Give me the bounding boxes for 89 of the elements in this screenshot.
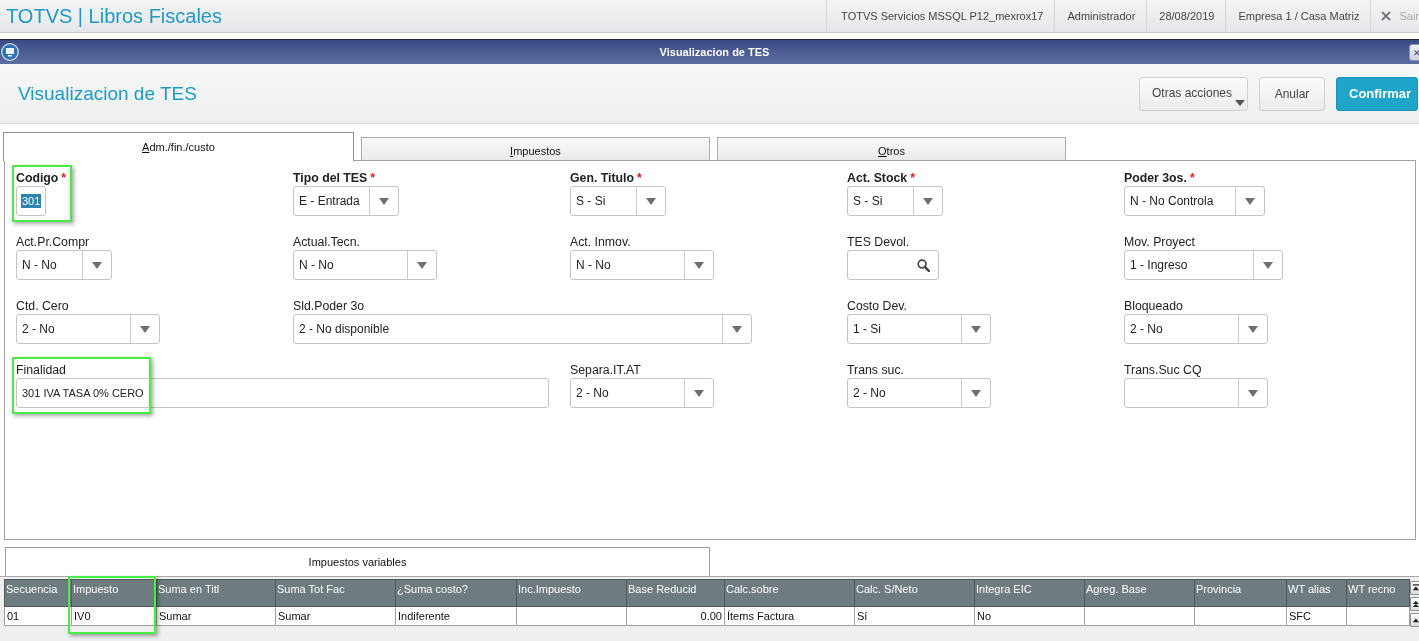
dropdown[interactable]: E - Entrada bbox=[293, 186, 399, 216]
field-label: Trans suc. bbox=[847, 363, 904, 377]
column-header[interactable]: Inc.Impuesto bbox=[516, 579, 627, 607]
field-label: TES Devol. bbox=[847, 235, 910, 249]
column-header[interactable]: Calc.sobre bbox=[724, 579, 855, 607]
column-header[interactable]: Agreg. Base bbox=[1084, 579, 1195, 607]
cancel-button[interactable]: Anular bbox=[1259, 76, 1325, 111]
close-icon bbox=[1381, 11, 1392, 21]
dropdown[interactable]: N - No Controla bbox=[1124, 186, 1265, 216]
dropdown-arrow-icon bbox=[694, 261, 704, 269]
scroll-top-button[interactable] bbox=[1410, 581, 1419, 595]
column-header[interactable]: WT recno bbox=[1346, 579, 1410, 607]
dropdown-arrow-icon bbox=[971, 325, 981, 333]
arrow-to-top-icon bbox=[1411, 584, 1419, 592]
column-header[interactable]: Secuencia bbox=[4, 579, 72, 607]
app-title: TOTVS | Libros Fiscales bbox=[5, 4, 222, 28]
column-header[interactable]: Base Reducid bbox=[626, 579, 725, 607]
dropdown-arrow-icon bbox=[1248, 325, 1258, 333]
field-label: Trans.Suc CQ bbox=[1124, 363, 1202, 377]
close-button[interactable] bbox=[1409, 43, 1419, 61]
dropdown[interactable]: N - No bbox=[16, 250, 112, 280]
dropdown-arrow-icon bbox=[646, 197, 656, 205]
field-label: Codigo * bbox=[16, 171, 67, 185]
scroll-up-button[interactable] bbox=[1410, 613, 1419, 627]
dropdown[interactable]: N - No bbox=[570, 250, 714, 280]
caret-icon bbox=[1235, 99, 1245, 106]
column-header[interactable]: Integra EIC bbox=[974, 579, 1085, 607]
dropdown[interactable]: 1 - Ingreso bbox=[1124, 250, 1283, 280]
text-field[interactable]: 301 IVA TASA 0% CERO bbox=[16, 378, 549, 408]
double-arrow-up-icon bbox=[1411, 600, 1419, 608]
dropdown-arrow-icon bbox=[379, 197, 389, 205]
dropdown-arrow-icon bbox=[971, 389, 981, 397]
screen-icon bbox=[1, 43, 19, 61]
form-title: Visualizacion de TES bbox=[18, 82, 197, 105]
dropdown[interactable]: 2 - No disponible bbox=[293, 314, 752, 344]
field-label: Poder 3os. * bbox=[1124, 171, 1195, 185]
column-header[interactable]: Impuesto bbox=[71, 579, 157, 607]
dropdown[interactable]: 2 - No bbox=[1124, 314, 1268, 344]
dropdown-arrow-icon bbox=[694, 389, 704, 397]
more-actions-button[interactable]: Otras acciones bbox=[1139, 76, 1248, 111]
dropdown-arrow-icon bbox=[732, 325, 742, 333]
dropdown-arrow-icon bbox=[417, 261, 427, 269]
column-header[interactable]: Calc. S/Neto bbox=[854, 579, 975, 607]
column-header[interactable]: Suma en Titl bbox=[156, 579, 276, 607]
arrow-up-icon bbox=[1411, 616, 1419, 624]
field-label: Sld.Poder 3o bbox=[293, 299, 365, 313]
dropdown[interactable]: S - Si bbox=[847, 186, 943, 216]
field-label: Mov. Proyect bbox=[1124, 235, 1195, 249]
page-up-button[interactable] bbox=[1410, 597, 1419, 611]
session-info: Empresa 1 / Casa Matriz bbox=[1225, 0, 1371, 32]
dropdown-arrow-icon bbox=[1245, 197, 1255, 205]
field-label: Gen. Titulo * bbox=[570, 171, 642, 185]
session-info: Administrador bbox=[1054, 0, 1147, 32]
close-icon bbox=[1413, 48, 1419, 56]
dropdown[interactable]: 1 - Si bbox=[847, 314, 991, 344]
field-label: Separa.IT.AT bbox=[570, 363, 641, 377]
column-header[interactable]: Provincia bbox=[1194, 579, 1287, 607]
field-label: Tipo del TES * bbox=[293, 171, 376, 185]
dropdown-arrow-icon bbox=[923, 197, 933, 205]
tab[interactable]: Adm./fin./custo bbox=[3, 132, 354, 161]
dropdown-arrow-icon bbox=[92, 261, 102, 269]
dropdown[interactable]: S - Si bbox=[570, 186, 666, 216]
dropdown-arrow-icon bbox=[1248, 389, 1258, 397]
dropdown[interactable]: 2 - No bbox=[16, 314, 160, 344]
dropdown-arrow-icon bbox=[140, 325, 150, 333]
dialog-title: Visualizacion de TES bbox=[658, 46, 771, 58]
column-header[interactable]: ¿Suma costo? bbox=[395, 579, 517, 607]
field-label: Act.Pr.Compr bbox=[16, 235, 90, 249]
dropdown[interactable]: N - No bbox=[293, 250, 437, 280]
field-label: Act. Inmov. bbox=[570, 235, 631, 249]
session-info: 28/08/2019 bbox=[1146, 0, 1226, 32]
field-label: Act. Stock * bbox=[847, 171, 915, 185]
search-field[interactable] bbox=[847, 250, 939, 280]
tab[interactable]: Otros bbox=[717, 137, 1066, 160]
text-field[interactable]: 301 bbox=[16, 186, 46, 216]
field-label: Actual.Tecn. bbox=[293, 235, 360, 249]
field-label: Ctd. Cero bbox=[16, 299, 69, 313]
session-info: TOTVS Servicios MSSQL P12_mexrox17 bbox=[826, 0, 1055, 32]
column-header[interactable]: Suma Tot Fac bbox=[275, 579, 396, 607]
dropdown[interactable]: 2 - No bbox=[570, 378, 714, 408]
dropdown-arrow-icon bbox=[1263, 261, 1273, 269]
field-label: Costo Dev. bbox=[847, 299, 907, 313]
field-label: Bloqueado bbox=[1124, 299, 1183, 313]
search-icon bbox=[917, 258, 930, 272]
field-label: Finalidad bbox=[16, 363, 66, 377]
dropdown[interactable]: 2 - No bbox=[847, 378, 991, 408]
tab[interactable]: Impuestos bbox=[361, 137, 710, 160]
section-tab[interactable]: Impuestos variables bbox=[5, 547, 710, 576]
column-header[interactable]: WT alias bbox=[1286, 579, 1347, 607]
